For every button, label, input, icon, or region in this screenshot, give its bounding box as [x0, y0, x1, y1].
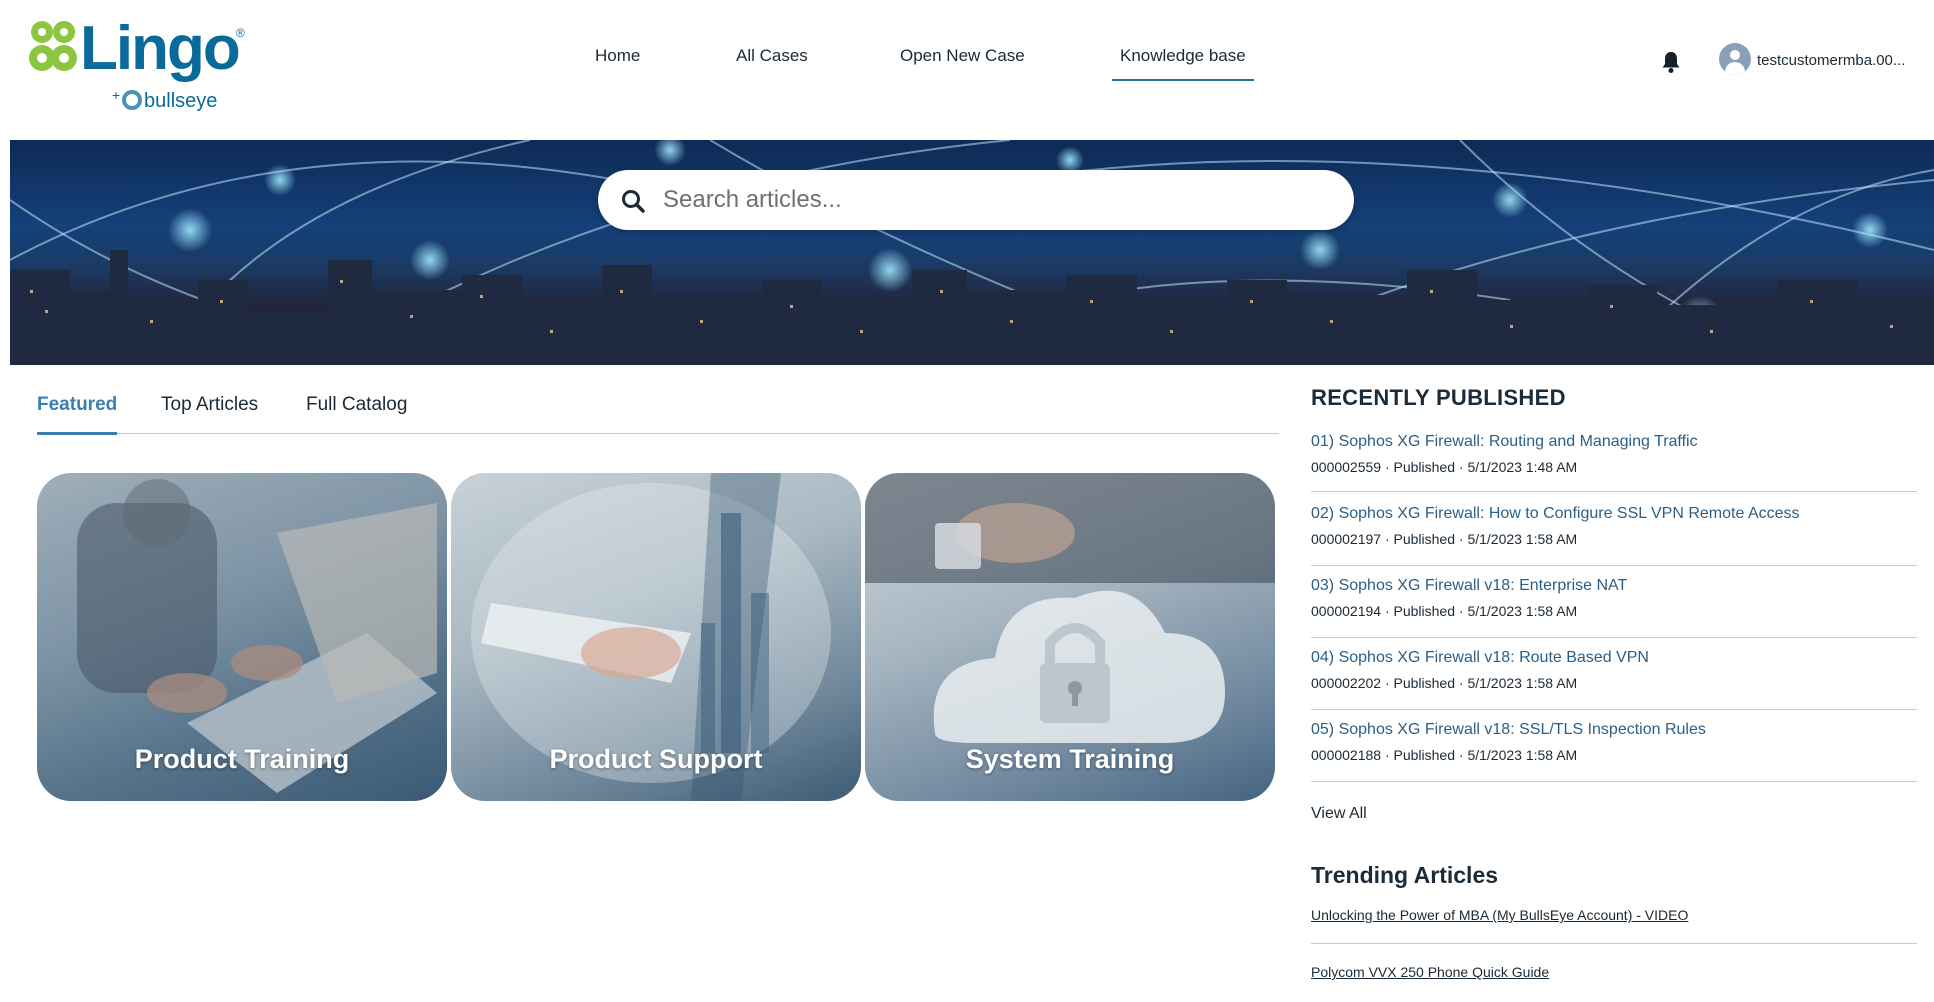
user-name[interactable]: testcustomermba.00...	[1757, 52, 1905, 69]
tab-top-articles[interactable]: Top Articles	[161, 394, 258, 432]
recent-article-link[interactable]: 05) Sophos XG Firewall v18: SSL/TLS Insp…	[1311, 720, 1917, 740]
recent-article-meta: 000002202 · Published · 5/1/2023 1:58 AM	[1311, 675, 1578, 691]
card-label: Product Training	[134, 744, 350, 774]
recent-article-meta: 000002194 · Published · 5/1/2023 1:58 AM	[1311, 603, 1578, 619]
view-all-link[interactable]: View All	[1311, 805, 1367, 823]
search-bar[interactable]	[598, 170, 1354, 230]
search-icon[interactable]	[620, 188, 646, 214]
article-tabs: Featured Top Articles Full Catalog	[37, 394, 1279, 435]
recent-article-item: 01) Sophos XG Firewall: Routing and Mana…	[1311, 432, 1917, 492]
nav-knowledge-base[interactable]: Knowledge base	[1112, 46, 1254, 81]
recent-article-item: 04) Sophos XG Firewall v18: Route Based …	[1311, 648, 1917, 710]
trending-articles-heading: Trending Articles	[1311, 862, 1499, 888]
recent-article-meta: 000002559 · Published · 5/1/2023 1:48 AM	[1311, 459, 1578, 475]
card-product-support[interactable]: Product Support	[451, 473, 861, 801]
trending-article-link[interactable]: Polycom VVX 250 Phone Quick Guide	[1311, 964, 1917, 980]
recent-article-meta: 000002197 · Published · 5/1/2023 1:58 AM	[1311, 531, 1578, 547]
recent-article-link[interactable]: 03) Sophos XG Firewall v18: Enterprise N…	[1311, 576, 1917, 596]
tab-featured[interactable]: Featured	[37, 394, 118, 435]
search-input[interactable]	[663, 170, 1333, 230]
recent-article-item: 03) Sophos XG Firewall v18: Enterprise N…	[1311, 576, 1917, 638]
logo-wordmark: Lingo	[80, 14, 241, 83]
nav-open-new-case[interactable]: Open New Case	[900, 46, 1025, 66]
logo-plus: +	[112, 87, 121, 103]
bell-icon[interactable]	[1660, 50, 1682, 74]
recent-article-link[interactable]: 01) Sophos XG Firewall: Routing and Mana…	[1311, 432, 1917, 452]
recent-article-link[interactable]: 04) Sophos XG Firewall v18: Route Based …	[1311, 648, 1917, 668]
nav-home[interactable]: Home	[595, 46, 640, 66]
user-avatar-icon[interactable]	[1719, 43, 1751, 75]
recently-published-heading: RECENTLY PUBLISHED	[1311, 385, 1566, 410]
recent-article-meta: 000002188 · Published · 5/1/2023 1:58 AM	[1311, 747, 1578, 763]
tab-full-catalog[interactable]: Full Catalog	[306, 394, 407, 432]
recent-article-item: 05) Sophos XG Firewall v18: SSL/TLS Insp…	[1311, 720, 1917, 782]
logo-subbrand-name: bullseye	[144, 90, 218, 112]
card-system-training[interactable]: System Training	[865, 473, 1275, 801]
trending-article-link[interactable]: Unlocking the Power of MBA (My BullsEye …	[1311, 907, 1917, 923]
nav-all-cases[interactable]: All Cases	[736, 46, 808, 66]
lingo-logo[interactable]: Lingo ® + bullseye	[26, 14, 256, 114]
card-label: System Training	[965, 744, 1175, 774]
card-label: Product Support	[549, 744, 763, 774]
bullseye-icon	[122, 90, 142, 110]
trending-divider	[1311, 943, 1917, 944]
logo-subbrand: + bullseye	[112, 87, 218, 112]
recent-article-link[interactable]: 02) Sophos XG Firewall: How to Configure…	[1311, 504, 1917, 524]
lingo-logo-mark	[29, 21, 77, 71]
recent-article-item: 02) Sophos XG Firewall: How to Configure…	[1311, 504, 1917, 566]
logo-registered-mark: ®	[236, 26, 245, 40]
site-header: Lingo ® + bullseye Home All Cases Open N…	[0, 0, 1934, 140]
card-product-training[interactable]: Product Training	[37, 473, 447, 801]
